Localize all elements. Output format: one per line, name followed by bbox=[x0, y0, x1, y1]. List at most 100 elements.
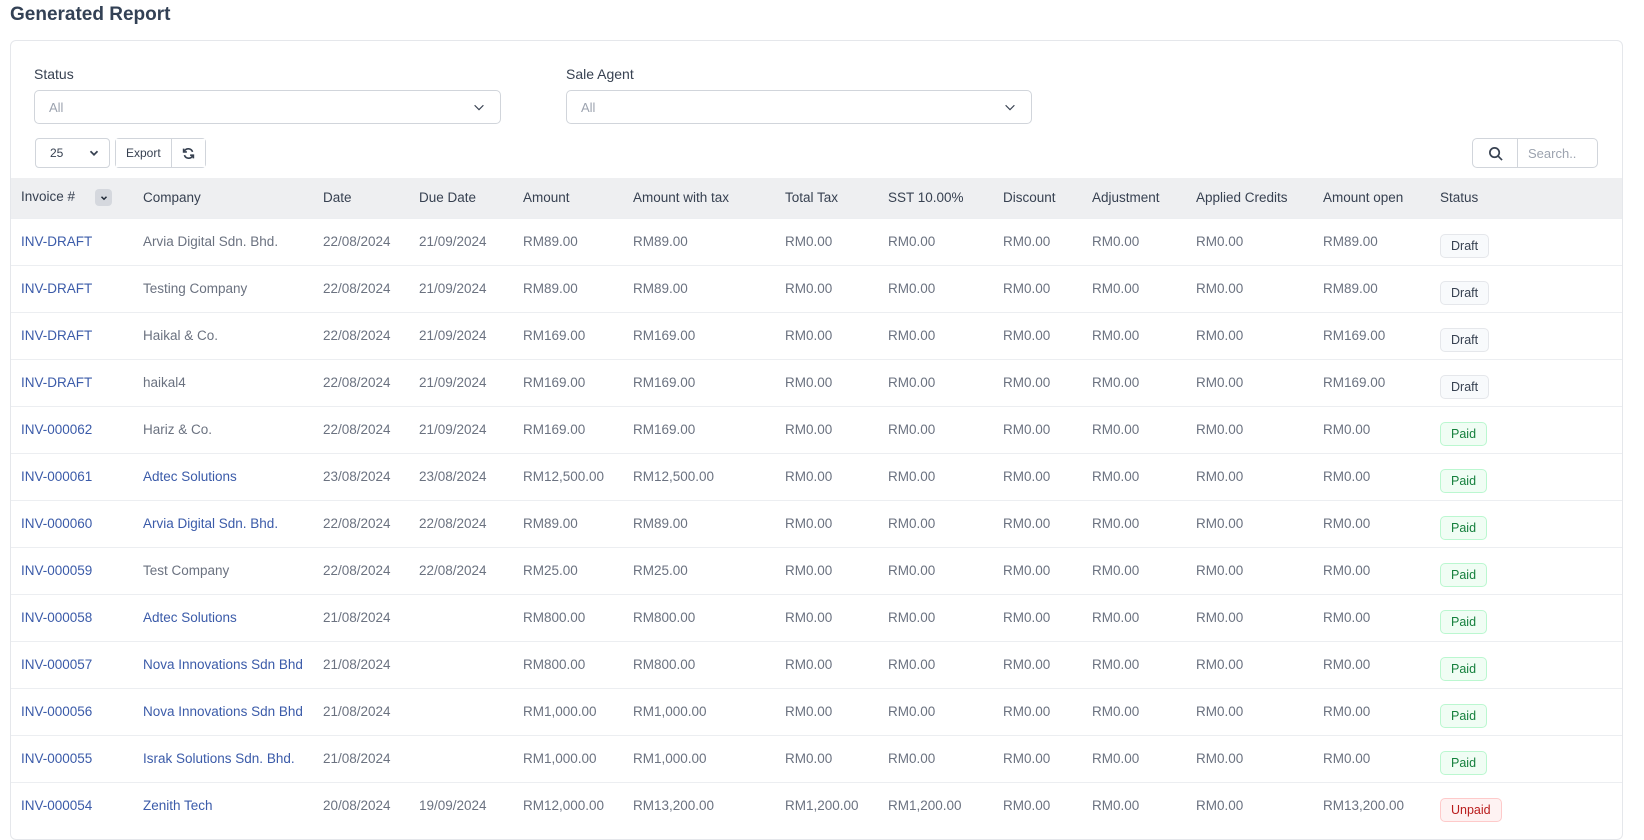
column-header[interactable]: Amount open bbox=[1313, 178, 1430, 218]
company-link[interactable]: Zenith Tech bbox=[143, 798, 213, 813]
cell-date: 21/08/2024 bbox=[323, 610, 391, 625]
company-name: Test Company bbox=[143, 563, 230, 578]
invoice-link[interactable]: INV-000060 bbox=[21, 516, 92, 531]
cell-status: Paid bbox=[1430, 735, 1622, 782]
cell-date: 22/08/2024 bbox=[323, 234, 391, 249]
invoice-link[interactable]: INV-000062 bbox=[21, 422, 92, 437]
cell-applied-credits: RM0.00 bbox=[1196, 610, 1244, 625]
cell-due-date: 22/08/2024 bbox=[419, 516, 487, 531]
cell-date: 21/08/2024 bbox=[323, 657, 391, 672]
status-badge: Draft bbox=[1440, 233, 1490, 258]
invoice-link[interactable]: INV-000059 bbox=[21, 563, 92, 578]
company-link[interactable]: Nova Innovations Sdn Bhd bbox=[143, 657, 303, 672]
cell-amount: RM1,000.00 bbox=[523, 704, 597, 719]
chevron-down-icon bbox=[1005, 104, 1015, 111]
invoice-link[interactable]: INV-000058 bbox=[21, 610, 92, 625]
invoice-link[interactable]: INV-DRAFT bbox=[21, 281, 92, 296]
cell-date: 20/08/2024 bbox=[323, 798, 391, 814]
cell-company: Nova Innovations Sdn Bhd bbox=[133, 688, 313, 735]
cell-applied-credits: RM0.00 bbox=[1196, 798, 1244, 814]
export-button-group: Export bbox=[115, 138, 206, 168]
cell-adjustment: RM0.00 bbox=[1092, 234, 1140, 249]
column-toggle-button[interactable] bbox=[95, 189, 113, 207]
status-filter-label: Status bbox=[34, 66, 74, 82]
cell-amount-with-tax: RM800.00 bbox=[633, 610, 696, 625]
table-header-row: Invoice # Company Date Due Date Amount A… bbox=[11, 178, 1622, 218]
invoice-link[interactable]: INV-000055 bbox=[21, 751, 92, 766]
cell-company: Testing Company bbox=[133, 265, 313, 312]
column-header[interactable]: Status bbox=[1430, 178, 1622, 218]
invoice-link[interactable]: INV-000061 bbox=[21, 469, 92, 484]
cell-date: 21/08/2024 bbox=[323, 704, 391, 719]
cell-discount: RM0.00 bbox=[1003, 281, 1051, 296]
cell-discount: RM0.00 bbox=[1003, 469, 1051, 484]
company-name: Testing Company bbox=[143, 281, 248, 296]
cell-amount: RM12,500.00 bbox=[523, 469, 605, 484]
invoice-link[interactable]: INV-DRAFT bbox=[21, 234, 92, 249]
cell-date: 23/08/2024 bbox=[323, 469, 391, 484]
cell-amount: RM12,000.00 bbox=[523, 798, 605, 814]
column-header[interactable]: Applied Credits bbox=[1186, 178, 1313, 218]
page-length-select[interactable]: 25 bbox=[35, 138, 110, 168]
cell-total-tax: RM0.00 bbox=[785, 375, 833, 390]
cell-company: Arvia Digital Sdn. Bhd. bbox=[133, 500, 313, 547]
cell-total-tax: RM0.00 bbox=[785, 281, 833, 296]
cell-discount: RM0.00 bbox=[1003, 798, 1051, 814]
column-header[interactable]: Due Date bbox=[409, 178, 513, 218]
cell-total-tax: RM0.00 bbox=[785, 563, 833, 578]
cell-amount-open: RM0.00 bbox=[1323, 422, 1371, 437]
invoice-link[interactable]: INV-000057 bbox=[21, 657, 92, 672]
column-header[interactable]: Company bbox=[133, 178, 313, 218]
cell-adjustment: RM0.00 bbox=[1092, 610, 1140, 625]
cell-amount-with-tax: RM1,000.00 bbox=[633, 704, 707, 719]
export-button[interactable]: Export bbox=[116, 139, 171, 167]
cell-amount-with-tax: RM800.00 bbox=[633, 657, 696, 672]
column-header[interactable]: Discount bbox=[993, 178, 1082, 218]
status-badge: Paid bbox=[1440, 421, 1488, 446]
column-header[interactable]: SST 10.00% bbox=[878, 178, 993, 218]
cell-applied-credits: RM0.00 bbox=[1196, 469, 1244, 484]
cell-discount: RM0.00 bbox=[1003, 610, 1051, 625]
cell-status: Unpaid bbox=[1430, 782, 1622, 829]
cell-amount-open: RM0.00 bbox=[1323, 657, 1371, 672]
sale-agent-select[interactable]: All bbox=[566, 90, 1032, 124]
reload-button[interactable] bbox=[170, 139, 205, 167]
status-select[interactable]: All bbox=[34, 90, 501, 124]
company-link[interactable]: Arvia Digital Sdn. Bhd. bbox=[143, 516, 278, 531]
search-input[interactable] bbox=[1518, 139, 1597, 167]
company-link[interactable]: Adtec Solutions bbox=[143, 469, 237, 484]
cell-applied-credits: RM0.00 bbox=[1196, 328, 1244, 343]
column-header[interactable]: Invoice # bbox=[11, 178, 133, 218]
column-header[interactable]: Adjustment bbox=[1082, 178, 1186, 218]
status-badge: Paid bbox=[1440, 703, 1488, 728]
column-header[interactable]: Total Tax bbox=[775, 178, 878, 218]
invoice-link[interactable]: INV-000056 bbox=[21, 704, 92, 719]
invoice-link[interactable]: INV-000054 bbox=[21, 798, 92, 813]
status-badge: Unpaid bbox=[1440, 797, 1502, 822]
invoice-link[interactable]: INV-DRAFT bbox=[21, 375, 92, 390]
cell-due-date: 21/09/2024 bbox=[419, 234, 487, 249]
search-button[interactable] bbox=[1473, 139, 1518, 167]
cell-invoice: INV-000058 bbox=[11, 594, 133, 641]
invoice-link[interactable]: INV-DRAFT bbox=[21, 328, 92, 343]
cell-total-tax: RM0.00 bbox=[785, 422, 833, 437]
search-group bbox=[1472, 138, 1598, 168]
column-header[interactable]: Amount bbox=[513, 178, 623, 218]
company-link[interactable]: Israk Solutions Sdn. Bhd. bbox=[143, 751, 295, 766]
cell-amount-with-tax: RM169.00 bbox=[633, 328, 696, 343]
company-link[interactable]: Nova Innovations Sdn Bhd bbox=[143, 704, 303, 719]
cell-amount-open: RM169.00 bbox=[1323, 375, 1386, 390]
cell-applied-credits: RM0.00 bbox=[1196, 563, 1244, 578]
column-header[interactable]: Date bbox=[313, 178, 409, 218]
cell-amount: RM1,000.00 bbox=[523, 751, 597, 766]
company-link[interactable]: Adtec Solutions bbox=[143, 610, 237, 625]
company-name: Arvia Digital Sdn. Bhd. bbox=[143, 234, 279, 249]
cell-amount-with-tax: RM25.00 bbox=[633, 563, 688, 578]
cell-sst: RM0.00 bbox=[888, 751, 936, 766]
column-header[interactable]: Amount with tax bbox=[623, 178, 775, 218]
cell-company: Zenith Tech bbox=[133, 782, 313, 829]
cell-adjustment: RM0.00 bbox=[1092, 798, 1140, 814]
cell-sst: RM0.00 bbox=[888, 469, 936, 484]
cell-sst: RM1,200.00 bbox=[888, 798, 962, 814]
report-table: Invoice # Company Date Due Date Amount A… bbox=[11, 178, 1622, 829]
